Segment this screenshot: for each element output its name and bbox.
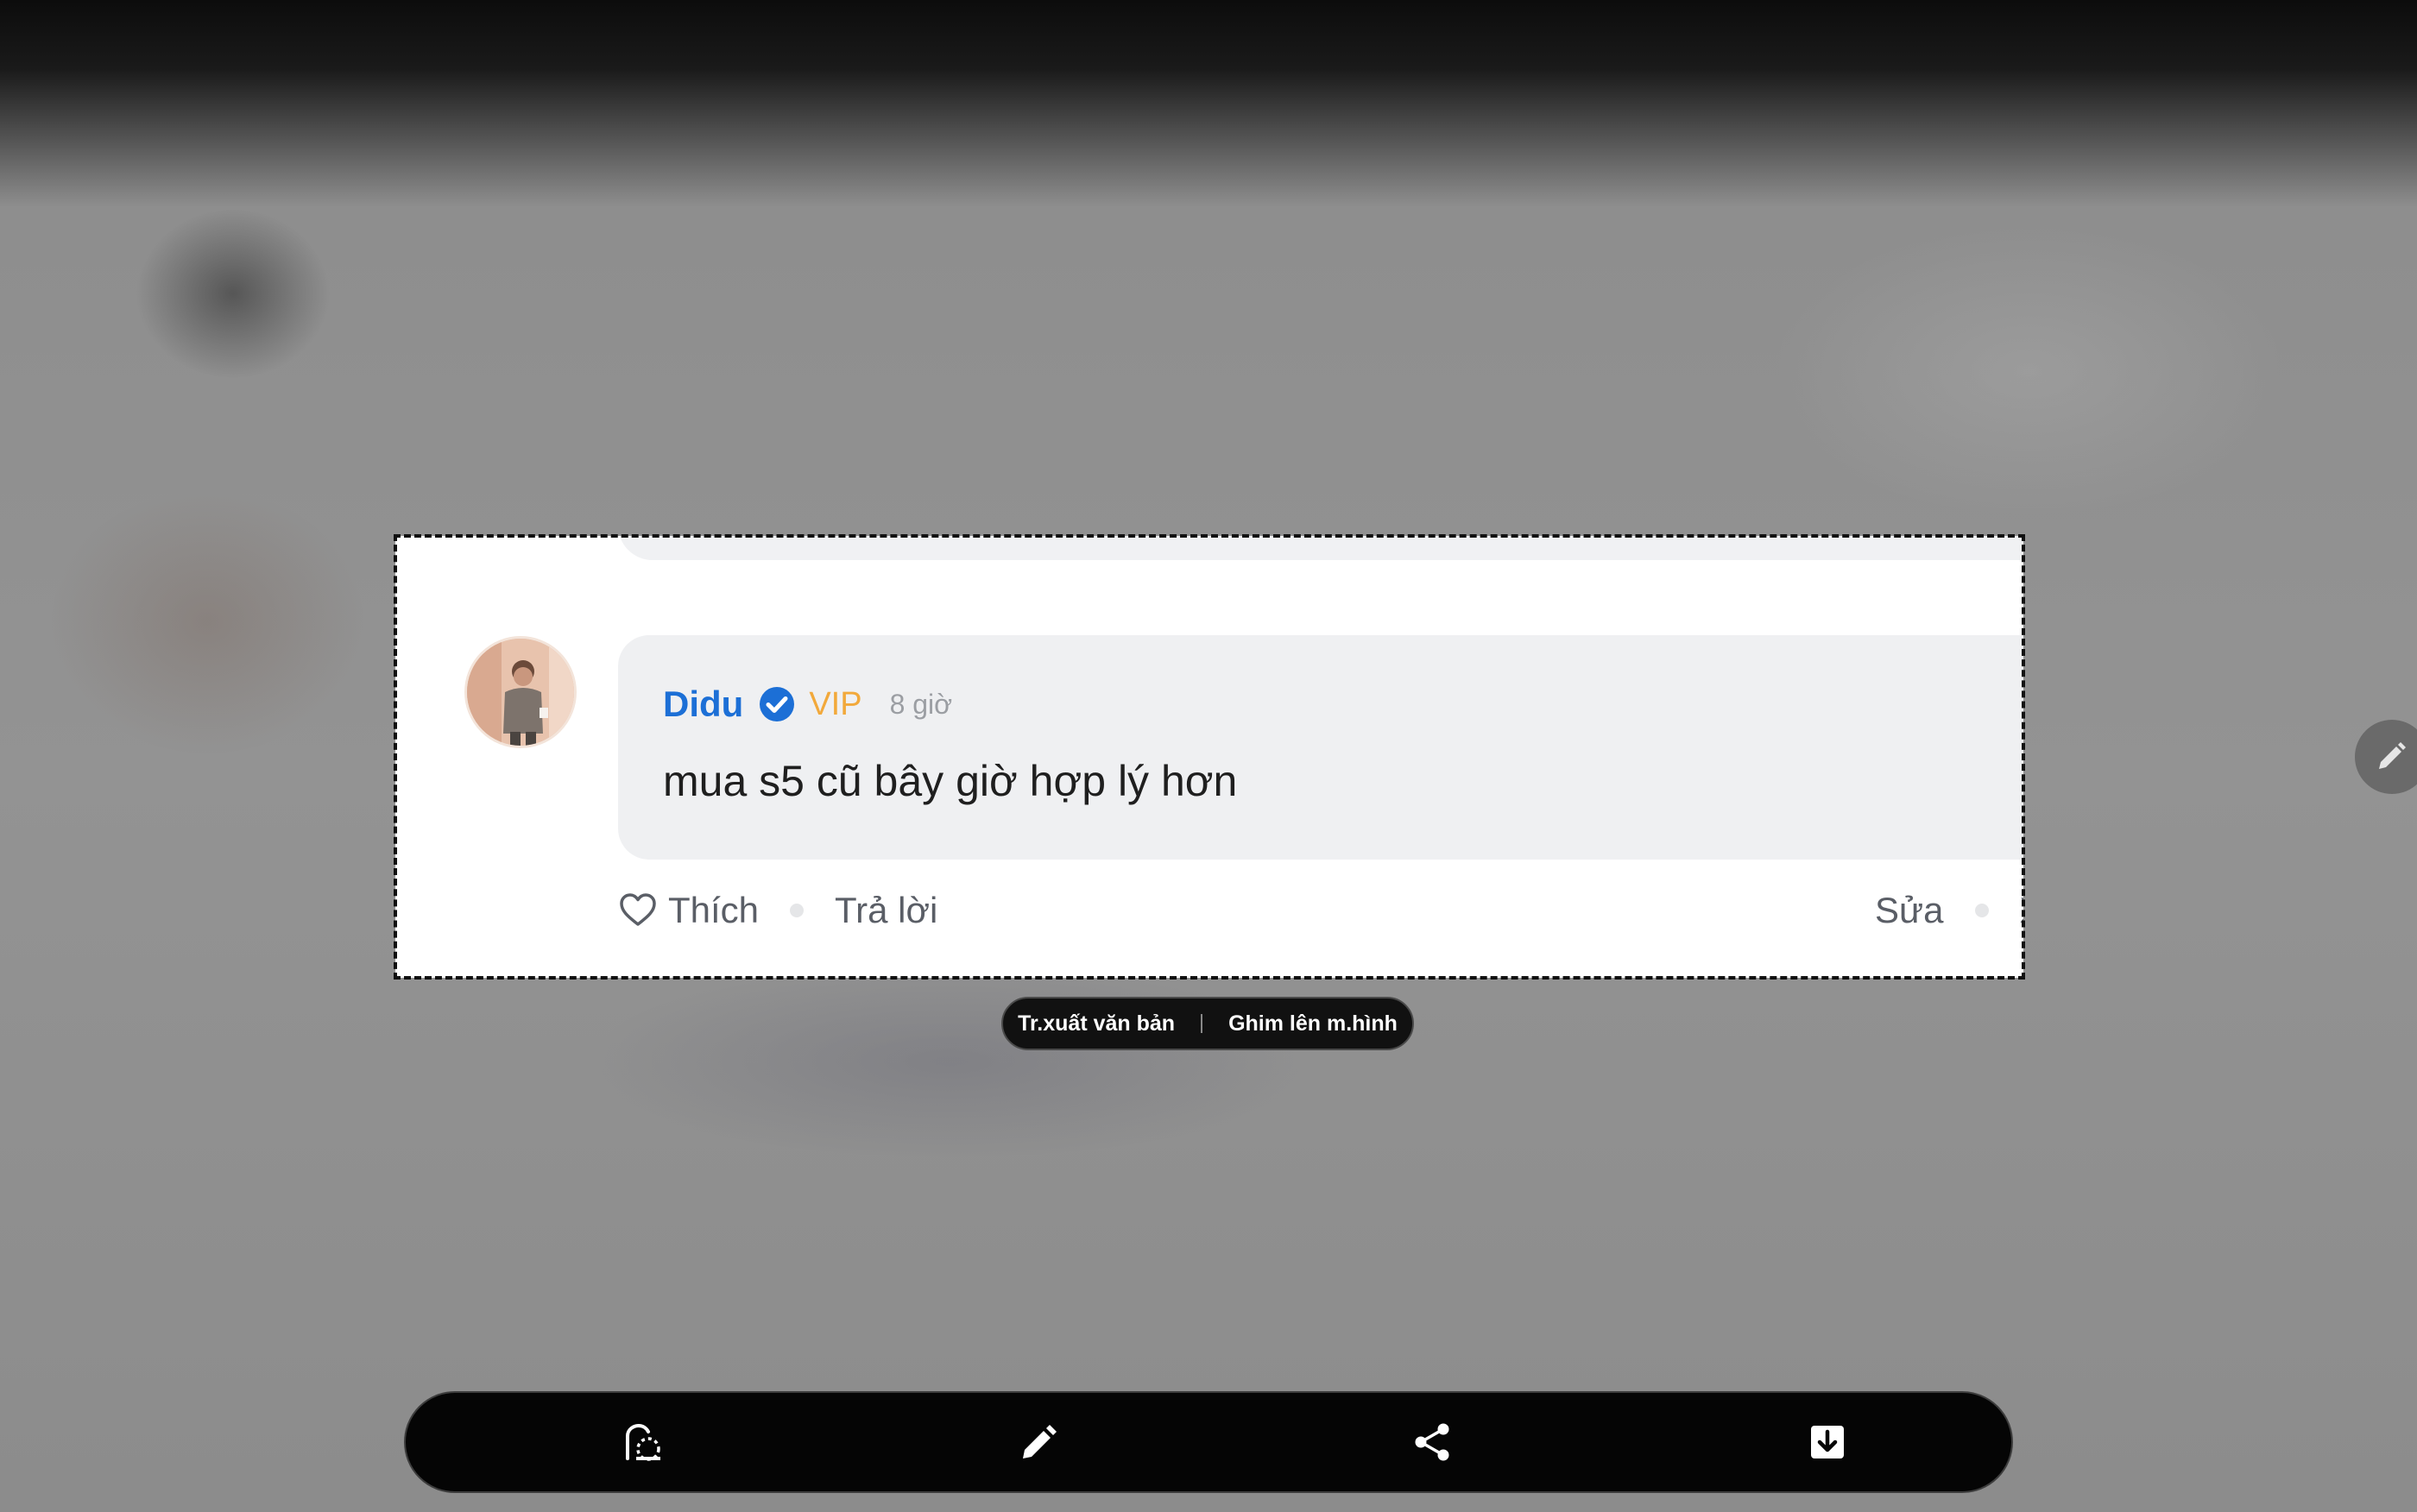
capture-region[interactable]: Didu VIP 8 giờ mua s5 cũ bây giờ hợp lý … — [395, 536, 2023, 978]
reply-button[interactable]: Trả lời — [835, 890, 937, 931]
comment-bubble: Didu VIP 8 giờ mua s5 cũ bây giờ hợp lý … — [618, 635, 2023, 860]
previous-comment-bubble — [618, 536, 2023, 560]
comment-text: mua s5 cũ bây giờ hợp lý hơn — [663, 757, 1238, 805]
comment-actions: Thích Trả lời — [618, 890, 937, 931]
avatar[interactable] — [464, 636, 577, 748]
smart-select-button[interactable] — [614, 1412, 674, 1472]
pin-to-screen-button[interactable]: Ghim lên m.hình — [1228, 1011, 1398, 1036]
delete-button[interactable]: X — [2020, 890, 2024, 931]
avatar-image — [467, 639, 574, 746]
chip-divider — [1201, 1014, 1203, 1033]
extract-text-button[interactable]: Tr.xuất văn bản — [1018, 1011, 1175, 1036]
comment-time: 8 giờ — [889, 688, 953, 720]
save-button[interactable] — [1797, 1412, 1858, 1472]
save-icon — [1811, 1426, 1844, 1458]
comment-meta: Didu VIP 8 giờ — [663, 684, 952, 725]
share-icon — [1415, 1423, 1449, 1461]
heart-icon[interactable] — [618, 891, 658, 930]
pencil-icon — [2379, 742, 2406, 769]
smart-select-icon — [626, 1423, 660, 1461]
owner-actions: Sửa X — [1875, 890, 2023, 931]
capture-options-chip: Tr.xuất văn bản Ghim lên m.hình — [1001, 997, 1414, 1050]
bottom-toolbar — [404, 1391, 2013, 1493]
vip-badge: VIP — [809, 685, 862, 722]
share-button[interactable] — [1403, 1412, 1463, 1472]
author-name[interactable]: Didu — [663, 684, 743, 725]
draw-button[interactable] — [1007, 1412, 1068, 1472]
like-button[interactable]: Thích — [668, 890, 759, 931]
pen-icon — [1023, 1425, 1057, 1458]
edit-button[interactable]: Sửa — [1875, 890, 1944, 931]
verified-badge-icon — [760, 687, 795, 721]
separator-dot — [790, 904, 805, 917]
separator-dot — [1974, 904, 1989, 917]
